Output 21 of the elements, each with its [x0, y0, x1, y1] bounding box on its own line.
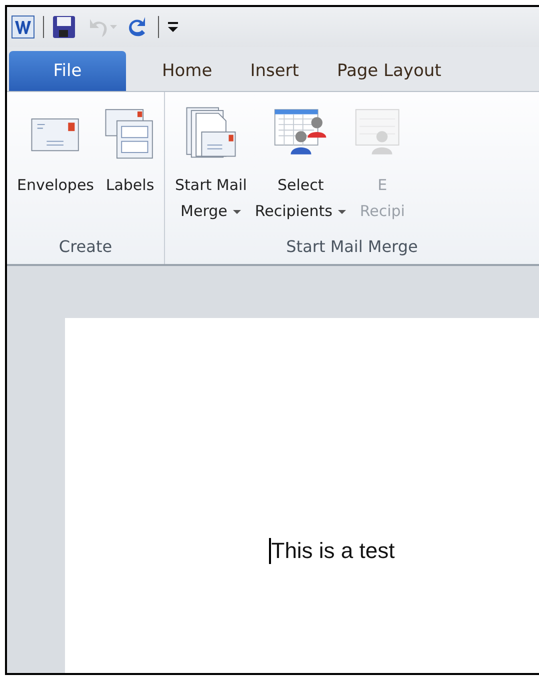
people-list-icon	[356, 109, 400, 154]
ribbon-tab[interactable]: Page Layout	[318, 51, 460, 91]
documents-envelope-icon	[186, 107, 236, 158]
caret-icon	[338, 210, 346, 214]
ribbon-button[interactable]: Select Recipients	[254, 102, 346, 232]
ribbon-button[interactable]: Envelopes	[17, 102, 94, 232]
save-icon[interactable]	[52, 15, 76, 39]
group-label: Start Mail Merge	[285, 236, 419, 258]
envelope-icon	[30, 118, 78, 152]
caret-icon	[233, 210, 242, 214]
word-logo-icon[interactable]	[11, 15, 35, 39]
ribbon-tab[interactable]: File	[9, 51, 126, 91]
people-list-icon	[274, 109, 326, 154]
ribbon-button[interactable]: Labels	[102, 102, 158, 232]
customize-icon[interactable]	[167, 20, 179, 34]
ribbon-tab[interactable]: Insert	[232, 51, 317, 91]
ribbon-tab[interactable]: Home	[128, 51, 230, 91]
labels-icon	[105, 109, 153, 159]
ribbon-button[interactable]: Start Mail Merge	[175, 102, 247, 232]
document-text: This is a test	[269, 538, 395, 564]
group-label: Create	[58, 236, 114, 258]
